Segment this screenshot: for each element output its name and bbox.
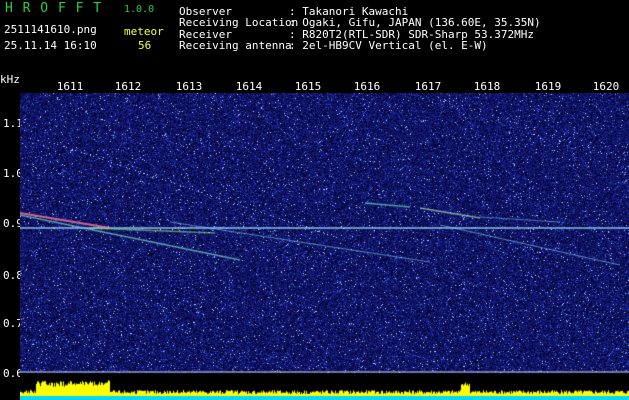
x-tick-label: 1613 [175,80,203,93]
y-unit-label: kHz [0,73,20,86]
datetime: 25.11.14 16:10 [4,39,97,52]
x-tick-label: 1619 [534,80,562,93]
image-label: meteor [124,25,164,38]
x-tick-label: 1611 [56,80,84,93]
x-tick-label: 1612 [114,80,142,93]
x-tick-label: 1620 [592,80,620,93]
antenna-value: : 2el-HB9CV Vertical (el. E-W) [289,39,488,52]
x-tick-label: 1616 [353,80,381,93]
spectrogram [20,93,629,400]
file-name: 2511141610.png [4,23,97,36]
x-tick-label: 1615 [294,80,322,93]
app-version: 1.0.0 [124,4,155,15]
antenna-label: Receiving antenna [179,39,292,52]
x-tick-label: 1614 [235,80,263,93]
meteor-count: 56 [138,39,152,52]
x-tick-label: 1618 [473,80,501,93]
app-title: H R O F F T [5,1,103,16]
x-tick-label: 1617 [414,80,442,93]
